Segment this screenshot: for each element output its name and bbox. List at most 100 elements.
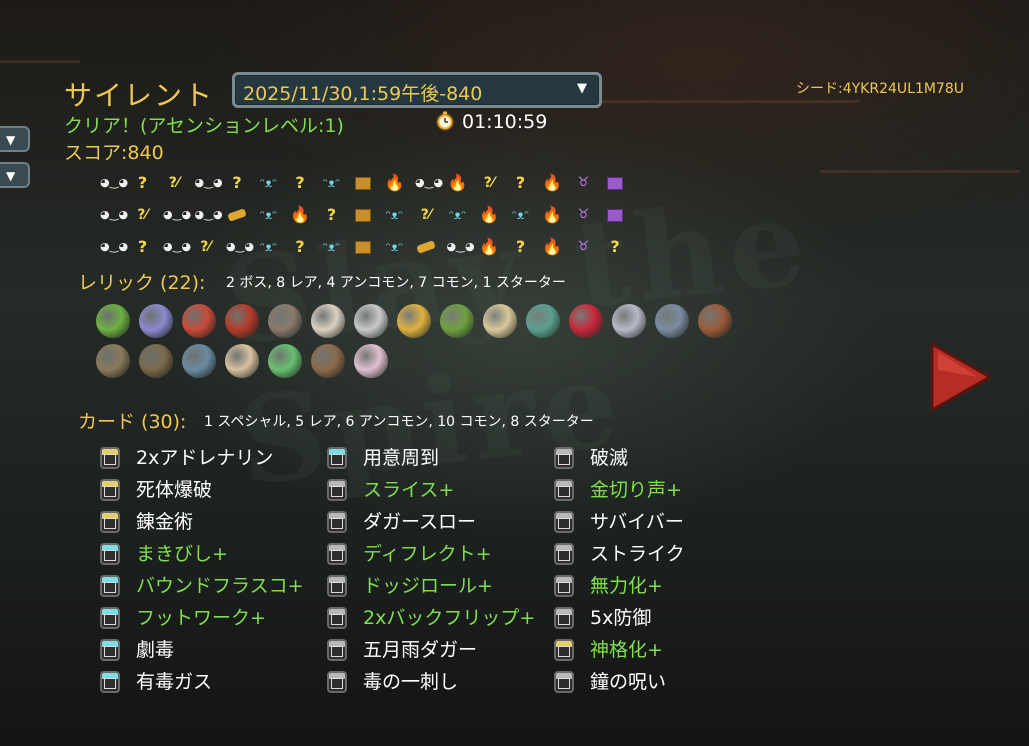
card-name: ドッジロール+: [363, 575, 493, 597]
relic-icon[interactable]: [311, 344, 345, 378]
card-icon: [327, 543, 347, 565]
monster-node-icon: ◕‿◕: [163, 240, 192, 253]
run-select-value: 2025/11/30,1:59午後-840: [243, 83, 483, 105]
relic-icon[interactable]: [139, 304, 173, 338]
card-icon: [554, 607, 574, 629]
card-icon: [327, 479, 347, 501]
relic-icon[interactable]: [526, 304, 560, 338]
unknown-node-icon: ?: [515, 237, 526, 256]
relic-icon[interactable]: [354, 344, 388, 378]
card-icon: [554, 575, 574, 597]
run-history-select[interactable]: 2025/11/30,1:59午後-840 ▼: [232, 72, 602, 108]
relic-icon[interactable]: [268, 304, 302, 338]
card-name: 劇毒: [136, 639, 175, 661]
card-name: 用意周到: [363, 447, 440, 469]
elite-node-icon: ᵔᴥᵔ: [448, 208, 467, 222]
card-icon: [327, 511, 347, 533]
rest-site-icon: 🔥: [479, 205, 499, 224]
character-name: サイレント: [64, 79, 215, 112]
unknown-node-icon: ?: [295, 237, 305, 256]
card-name: バウンドフラスコ+: [136, 575, 304, 597]
card-name: 鐘の呪い: [590, 671, 667, 693]
side-filter-dropdown[interactable]: ▼: [0, 126, 30, 152]
card-icon: [100, 639, 120, 661]
rest-site-icon: 🔥: [479, 237, 499, 256]
unknown-monster-node-icon: ?⁄: [483, 175, 495, 191]
card-icon: [100, 447, 120, 469]
cards-summary: 1 スペシャル, 5 レア, 6 アンコモン, 10 コモン, 8 スターター: [204, 414, 594, 430]
relic-icon[interactable]: [225, 344, 259, 378]
relic-icon[interactable]: [268, 344, 302, 378]
card-name: 破滅: [590, 447, 629, 469]
relic-icon[interactable]: [354, 304, 388, 338]
card-icon: [100, 543, 120, 565]
relic-icon[interactable]: [569, 304, 603, 338]
card-icon: [554, 511, 574, 533]
relic-icon[interactable]: [182, 304, 216, 338]
card-icon: [554, 639, 574, 661]
run-result: クリア！(アセンションレベル:1): [64, 115, 344, 137]
card-name: 錬金術: [136, 511, 194, 533]
relic-icon[interactable]: [182, 344, 216, 378]
score: スコア:840: [64, 142, 164, 164]
card-icon: [100, 607, 120, 629]
relic-icon[interactable]: [655, 304, 689, 338]
treasure-node-icon: [352, 204, 374, 226]
elite-node-icon: ᵔᴥᵔ: [322, 240, 341, 254]
card-name: 金切り声+: [590, 479, 682, 501]
boss-chest-icon: [604, 204, 626, 226]
relic-icon[interactable]: [483, 304, 517, 338]
relic-icon[interactable]: [96, 344, 130, 378]
monster-node-icon: ◕‿◕: [415, 176, 444, 189]
card-icon: [327, 639, 347, 661]
relic-icon[interactable]: [698, 304, 732, 338]
card-icon: [554, 447, 574, 469]
cards-label: カード (30):: [78, 411, 187, 433]
chevron-down-icon: ▼: [577, 81, 587, 96]
stopwatch-icon: [436, 111, 454, 131]
unknown-node-icon: ?: [610, 237, 620, 256]
card-name: まきびし+: [136, 543, 228, 565]
relic-icon[interactable]: [311, 304, 345, 338]
boss-node-icon: ♉: [577, 175, 590, 190]
rest-site-icon: 🔥: [290, 205, 310, 224]
chevron-down-icon: ▼: [6, 169, 16, 183]
relic-icon[interactable]: [139, 344, 173, 378]
card-name: 有毒ガス: [136, 671, 213, 693]
card-icon: [100, 511, 120, 533]
relic-icon[interactable]: [225, 304, 259, 338]
relics-label: レリック (22):: [78, 272, 206, 294]
monster-node-icon: ◕‿◕: [163, 208, 192, 221]
next-run-arrow[interactable]: [928, 340, 994, 414]
card-icon: [554, 543, 574, 565]
treasure-node-icon: [352, 236, 374, 258]
card-icon: [554, 479, 574, 501]
card-name: スライス+: [363, 479, 455, 501]
shop-node-icon: [415, 236, 437, 258]
relic-icon[interactable]: [612, 304, 646, 338]
relic-icon[interactable]: [397, 304, 431, 338]
background-streak: [0, 60, 80, 63]
boss-node-icon: ♉: [577, 207, 590, 222]
rest-site-icon: 🔥: [542, 237, 562, 256]
card-name: フットワーク+: [136, 607, 266, 629]
side-filter-dropdown[interactable]: ▼: [0, 162, 30, 188]
shop-node-icon: [226, 204, 248, 226]
elite-node-icon: ᵔᴥᵔ: [385, 208, 404, 222]
relic-icon[interactable]: [440, 304, 474, 338]
elite-node-icon: ᵔᴥᵔ: [259, 208, 278, 222]
unknown-node-icon: ?: [326, 205, 337, 224]
elite-node-icon: ᵔᴥᵔ: [259, 240, 278, 254]
rest-site-icon: 🔥: [447, 173, 468, 192]
unknown-node-icon: ?: [137, 173, 148, 192]
unknown-monster-node-icon: ?⁄: [200, 239, 211, 255]
card-name: 神格化+: [590, 639, 663, 661]
card-name: 2xアドレナリン: [136, 447, 274, 469]
background-streak: [600, 100, 860, 103]
elite-node-icon: ᵔᴥᵔ: [259, 176, 278, 190]
relic-icon[interactable]: [96, 304, 130, 338]
unknown-monster-node-icon: ?⁄: [137, 207, 148, 223]
rest-site-icon: 🔥: [542, 173, 562, 192]
card-name: ダガースロー: [363, 511, 477, 533]
card-icon: [100, 671, 120, 693]
